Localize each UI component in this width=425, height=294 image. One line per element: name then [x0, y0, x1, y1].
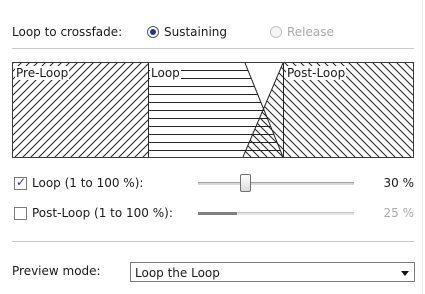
- preview-mode-select[interactable]: Loop the Loop: [130, 262, 415, 282]
- loop-checkbox[interactable]: [14, 175, 27, 190]
- loop-slider-track[interactable]: [198, 182, 354, 185]
- preview-mode-label: Preview mode:: [12, 264, 101, 278]
- loop-label: Loop: [150, 66, 181, 80]
- separator-top: [12, 48, 414, 49]
- radio-sustaining-indicator[interactable]: [147, 26, 159, 38]
- crossfade-panel: Loop to crossfade: Sustaining Release Pr…: [0, 0, 425, 294]
- separator-bottom: [12, 241, 414, 242]
- loop-diagram: Pre-Loop Loop Post-Loop: [12, 62, 414, 158]
- post-loop-checkbox[interactable]: [14, 207, 27, 220]
- chevron-down-icon[interactable]: [401, 271, 409, 276]
- loop-checkbox-label[interactable]: Loop (1 to 100 %):: [32, 175, 143, 191]
- radio-release-indicator[interactable]: [270, 26, 282, 38]
- loop-diagram-graphic: [13, 63, 413, 157]
- post-loop-checkbox-label[interactable]: Post-Loop (1 to 100 %):: [32, 205, 173, 221]
- post-loop-slider-fill: [198, 212, 237, 215]
- pre-loop-label: Pre-Loop: [15, 66, 70, 80]
- loop-percent-value: 30 %: [383, 176, 415, 190]
- preview-mode-value: Loop the Loop: [135, 266, 220, 280]
- loop-slider-thumb[interactable]: [239, 174, 251, 192]
- post-loop-label: Post-Loop: [286, 66, 347, 80]
- panel-edge: [422, 0, 423, 294]
- radio-release-label[interactable]: Release: [287, 24, 334, 40]
- post-loop-percent-value: 25 %: [383, 206, 415, 220]
- radio-sustaining-label[interactable]: Sustaining: [164, 24, 227, 40]
- crossfade-label: Loop to crossfade:: [12, 25, 123, 39]
